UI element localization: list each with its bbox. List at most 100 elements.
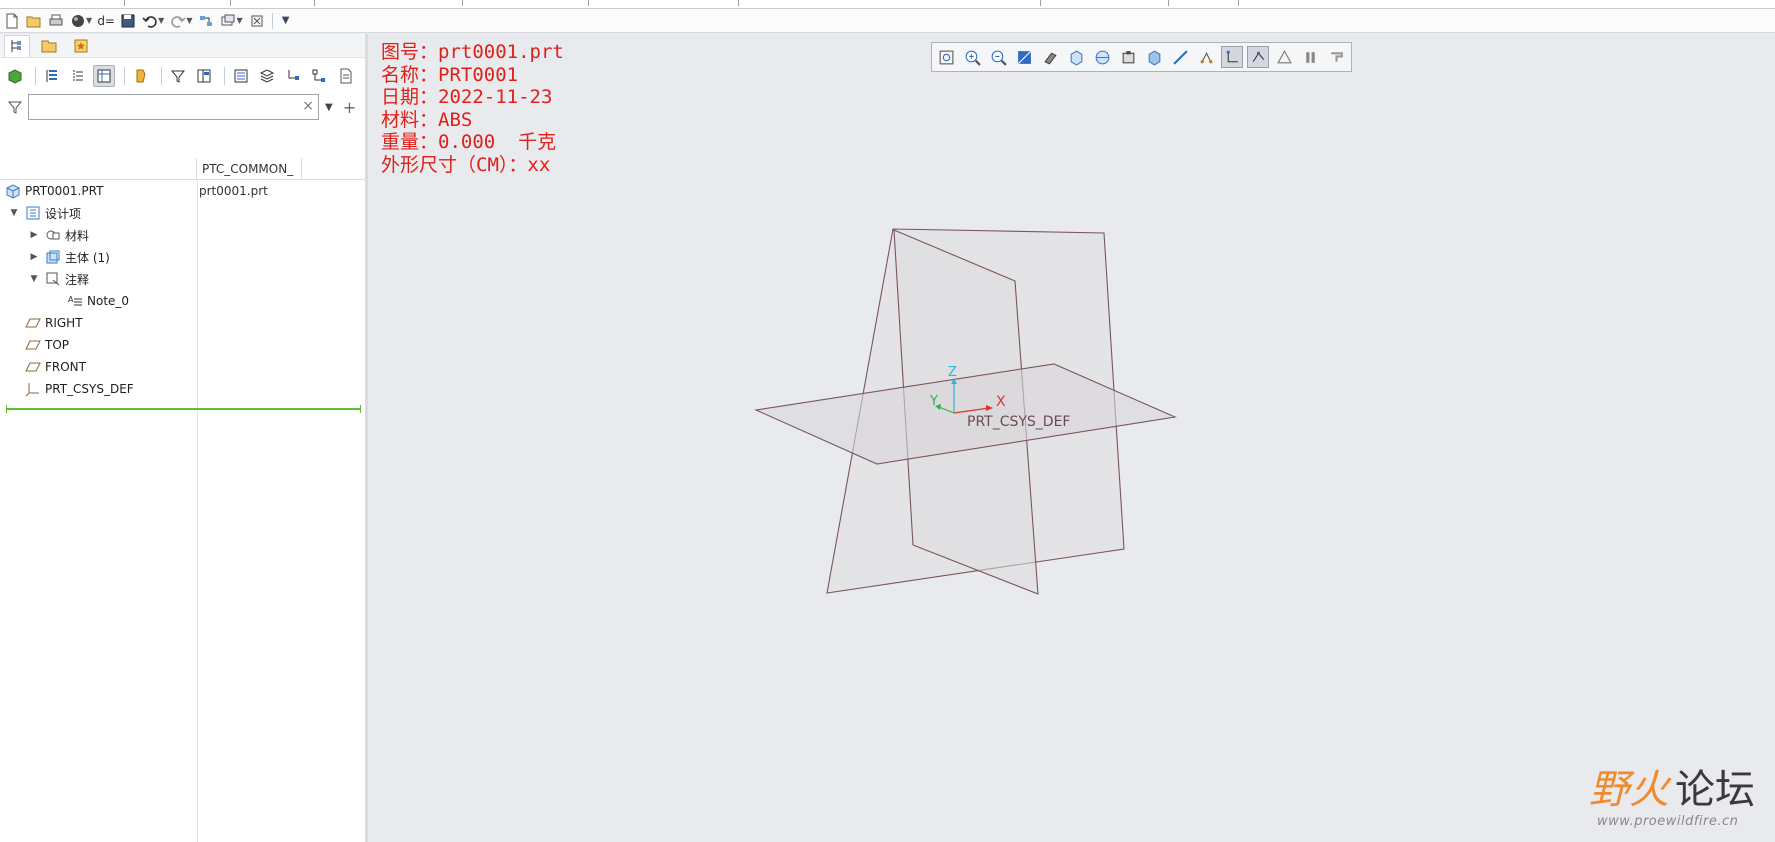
tree-item-right[interactable]: RIGHT bbox=[24, 312, 221, 334]
collapse-icon[interactable]: ▼ bbox=[8, 208, 20, 218]
collapse-icon[interactable]: ▼ bbox=[28, 274, 40, 284]
tree-list-icon[interactable] bbox=[41, 65, 63, 87]
print-icon[interactable] bbox=[46, 11, 66, 31]
note-icon: A bbox=[66, 292, 84, 310]
customize-icon[interactable]: ▼ bbox=[276, 11, 296, 31]
datum-plane-icon bbox=[24, 336, 42, 354]
title-note[interactable]: 图号：prt0001.prt 名称：PRT0001 日期：2022-11-23 … bbox=[381, 41, 564, 177]
layers-icon[interactable] bbox=[256, 65, 278, 87]
tree-item-value: prt0001.prt bbox=[199, 184, 268, 198]
filter-dropdown-icon[interactable]: ▼ bbox=[325, 102, 333, 113]
details-icon[interactable] bbox=[335, 65, 357, 87]
tree-item-csys[interactable]: PRT_CSYS_DEF bbox=[24, 378, 221, 400]
datum-points-icon[interactable] bbox=[1195, 46, 1217, 68]
tree-filters-icon[interactable] bbox=[167, 65, 189, 87]
toolbar-separator bbox=[224, 67, 225, 85]
tree-item-label: 注释 bbox=[65, 272, 90, 287]
view-manager-icon[interactable] bbox=[1092, 46, 1114, 68]
ribbon-separator bbox=[230, 0, 231, 6]
ribbon-separator bbox=[588, 0, 589, 6]
undo-dropdown-icon[interactable]: ▼ bbox=[158, 16, 164, 25]
tree-item-top[interactable]: TOP bbox=[24, 334, 221, 356]
csys-display-icon[interactable] bbox=[1221, 46, 1244, 68]
filter-icon[interactable] bbox=[4, 96, 26, 118]
show-columns-icon[interactable] bbox=[93, 65, 115, 87]
tree-item-material[interactable]: ▶ 材料 bbox=[28, 224, 225, 246]
new-icon[interactable] bbox=[2, 11, 22, 31]
ribbon-strip bbox=[0, 0, 1775, 9]
part-icon bbox=[4, 182, 22, 200]
zoom-out-icon[interactable] bbox=[988, 46, 1010, 68]
tree-column bbox=[0, 158, 197, 180]
tree-columns-icon[interactable] bbox=[193, 65, 215, 87]
layer-tree-icon[interactable] bbox=[230, 65, 252, 87]
settings-tag-icon[interactable] bbox=[130, 65, 152, 87]
tree-item-front[interactable]: FRONT bbox=[24, 356, 221, 378]
close-window-icon[interactable] bbox=[247, 11, 267, 31]
tree-column-header: PTC_COMMON_ bbox=[0, 158, 365, 180]
search-box: × bbox=[28, 94, 319, 120]
note-line-dimensions: 外形尺寸（CM）：xx bbox=[381, 153, 551, 176]
tab-folder-browser[interactable] bbox=[36, 35, 62, 57]
graphics-area[interactable]: Z Y X PRT_CSYS_DEF 图号：prt0001.prt 名称：PRT… bbox=[369, 34, 1775, 842]
model-tree: PRT0001.PRT prt0001.prt ▼ 设计项 ▶ 材料 ▶ 主体 … bbox=[0, 180, 365, 842]
model-scene: Z Y X PRT_CSYS_DEF bbox=[754, 228, 1177, 595]
model-tree-panel: × ▼ + PTC_COMMON_ PRT0001.PRT prt0001.pr… bbox=[0, 34, 368, 842]
annotation-display-icon[interactable] bbox=[1247, 46, 1270, 68]
tree-filter-list-icon[interactable] bbox=[67, 65, 89, 87]
windows-icon[interactable] bbox=[218, 11, 238, 31]
clear-icon[interactable]: × bbox=[302, 98, 314, 114]
watermark-part1: 野火 bbox=[1589, 767, 1669, 813]
note-line-drawing-number: 图号：prt0001.prt bbox=[381, 41, 564, 63]
regenerate-icon[interactable] bbox=[196, 11, 216, 31]
tree-item-note[interactable]: A Note_0 bbox=[66, 290, 263, 312]
appearance-icon[interactable] bbox=[68, 11, 88, 31]
structure-icon[interactable] bbox=[282, 65, 304, 87]
z-axis-label: Z bbox=[948, 365, 957, 380]
dimension-icon[interactable]: d= bbox=[96, 11, 116, 31]
expand-icon[interactable]: ▶ bbox=[28, 252, 40, 262]
save-icon[interactable] bbox=[118, 11, 138, 31]
redo-icon[interactable] bbox=[168, 11, 188, 31]
panel-tabs bbox=[0, 34, 365, 58]
note-line-weight: 重量：0.000 千克 bbox=[381, 131, 557, 154]
watermark-url: www.proewildfire.cn bbox=[1597, 814, 1739, 829]
tab-model-tree[interactable] bbox=[4, 34, 30, 57]
saved-orientations-icon[interactable] bbox=[1066, 46, 1088, 68]
perspective-icon[interactable] bbox=[1118, 46, 1140, 68]
hierarchy-icon[interactable] bbox=[308, 65, 330, 87]
appearance-dropdown-icon[interactable]: ▼ bbox=[86, 16, 92, 25]
zoom-in-icon[interactable] bbox=[962, 46, 984, 68]
graphics-toolbar bbox=[931, 42, 1352, 72]
datum-display-icon[interactable] bbox=[1169, 46, 1191, 68]
body-icon bbox=[44, 248, 62, 266]
expand-icon[interactable]: ▶ bbox=[28, 230, 40, 240]
section-icon[interactable] bbox=[1144, 46, 1166, 68]
cube-icon[interactable] bbox=[4, 65, 26, 87]
ribbon-separator bbox=[738, 0, 739, 6]
ribbon-separator bbox=[1238, 0, 1239, 6]
insert-here-indicator[interactable] bbox=[6, 405, 361, 413]
more-commands-icon[interactable] bbox=[1325, 46, 1347, 68]
open-icon[interactable] bbox=[24, 11, 44, 31]
repaint-icon[interactable] bbox=[1014, 46, 1036, 68]
toolbar-separator bbox=[35, 67, 36, 85]
display-style-icon[interactable] bbox=[1040, 46, 1062, 68]
tree-item-part[interactable]: PRT0001.PRT bbox=[4, 180, 201, 202]
ribbon-separator bbox=[314, 0, 315, 6]
column-header-ptc-common[interactable]: PTC_COMMON_ bbox=[198, 158, 302, 180]
windows-dropdown-icon[interactable]: ▼ bbox=[236, 16, 242, 25]
refit-icon[interactable] bbox=[936, 46, 958, 68]
tree-item-annotations[interactable]: ▼ 注释 bbox=[28, 268, 225, 290]
tree-item-label: 主体 (1) bbox=[65, 250, 110, 265]
tab-favorites[interactable] bbox=[68, 35, 94, 57]
undo-icon[interactable] bbox=[140, 11, 160, 31]
note-line-name: 名称：PRT0001 bbox=[381, 63, 519, 86]
spin-center-icon[interactable] bbox=[1273, 46, 1295, 68]
redo-dropdown-icon[interactable]: ▼ bbox=[186, 16, 192, 25]
tree-item-design-items[interactable]: ▼ 设计项 bbox=[8, 202, 205, 224]
tree-item-body[interactable]: ▶ 主体 (1) bbox=[28, 246, 225, 268]
search-input[interactable] bbox=[29, 95, 299, 119]
pause-icon[interactable] bbox=[1299, 46, 1321, 68]
add-filter-icon[interactable]: + bbox=[343, 98, 356, 117]
